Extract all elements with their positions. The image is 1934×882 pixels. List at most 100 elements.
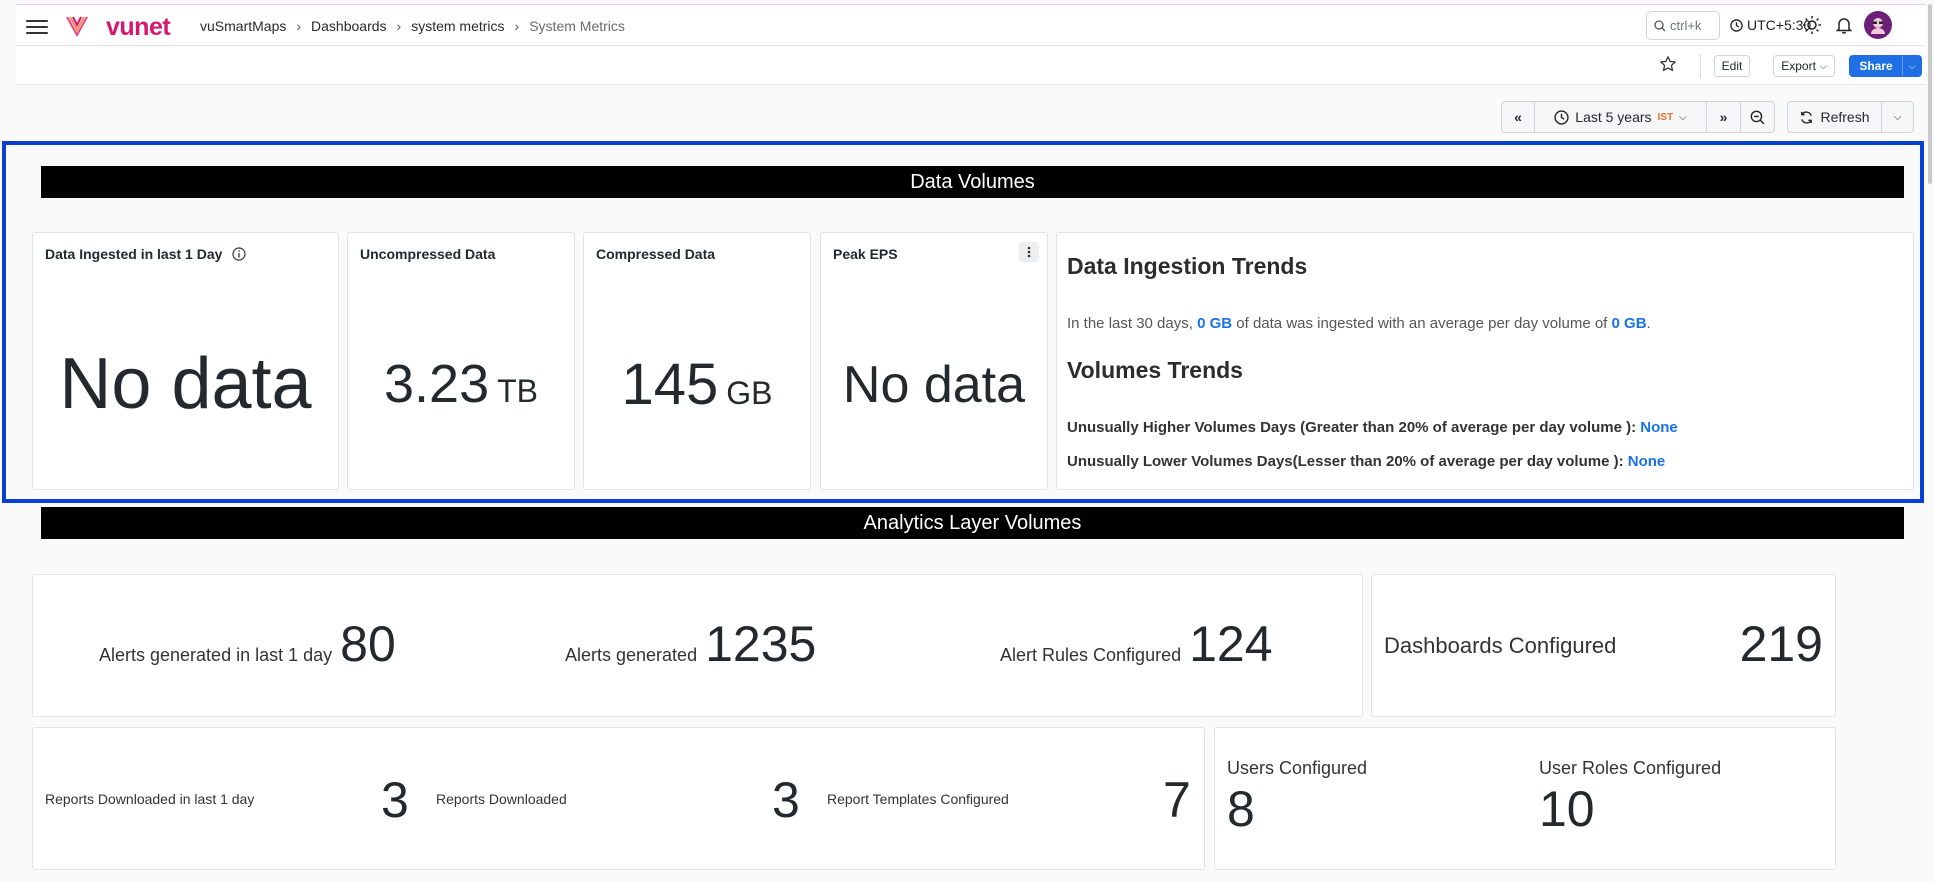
brand-name[interactable]: vunet xyxy=(106,13,171,42)
refresh-label: Refresh xyxy=(1820,109,1870,125)
ingestion-total-value: 0 GB xyxy=(1197,315,1233,332)
share-options-button[interactable]: ⌵ xyxy=(1902,55,1922,77)
panel-reports[interactable]: Reports Downloaded in last 1 day 3 Repor… xyxy=(32,727,1205,870)
panel-value: 3.23 xyxy=(384,354,490,414)
time-range-controls: « Last 5 years IST ⌵ » Refresh ⌵ xyxy=(1501,101,1914,133)
menu-icon[interactable] xyxy=(26,20,48,34)
dashboards-label: Dashboards Configured xyxy=(1384,633,1617,658)
search-shortcut-label: ctrl+k xyxy=(1670,18,1702,33)
analytics-layer-section-title: Analytics Layer Volumes xyxy=(41,507,1904,539)
chevron-down-icon: ⌵ xyxy=(1819,60,1827,71)
double-chevron-left-icon: « xyxy=(1514,109,1522,125)
search-button[interactable]: ctrl+k xyxy=(1646,11,1720,40)
refresh-button[interactable]: Refresh xyxy=(1787,101,1882,133)
panel-dashboards-configured[interactable]: Dashboards Configured 219 xyxy=(1371,574,1836,717)
alerts-generated-stat: Alerts generated 1235 xyxy=(565,615,816,673)
dashboard-toolbar: Edit Export ⌵ Share ⌵ xyxy=(16,47,1926,85)
panel-value: No data xyxy=(59,344,312,424)
theme-toggle-sun-icon[interactable] xyxy=(1802,15,1822,40)
export-label: Export xyxy=(1781,59,1816,73)
search-icon xyxy=(1654,19,1666,31)
breadcrumb-current: System Metrics xyxy=(529,18,625,34)
breadcrumb-item-system-metrics-folder[interactable]: system metrics xyxy=(411,18,504,34)
higher-volumes-value: None xyxy=(1640,419,1678,436)
panel-users[interactable]: Users Configured 8 User Roles Configured… xyxy=(1214,727,1836,870)
user-roles-label: User Roles Configured xyxy=(1539,758,1722,778)
panel-uncompressed-data[interactable]: Uncompressed Data 3.23 TB xyxy=(347,232,575,490)
panel-compressed-data[interactable]: Compressed Data 145 GB xyxy=(583,232,811,490)
clock-icon xyxy=(1730,18,1743,32)
panel-peak-eps[interactable]: Peak EPS No data xyxy=(820,232,1048,490)
zoom-out-icon xyxy=(1750,110,1765,124)
lower-volumes-label: Unusually Lower Volumes Days(Lesser than… xyxy=(1067,453,1624,470)
edit-button[interactable]: Edit xyxy=(1714,55,1750,77)
chevron-right-icon: › xyxy=(396,18,402,34)
export-button[interactable]: Export ⌵ xyxy=(1773,55,1835,77)
reports-downloaded-value: 3 xyxy=(772,772,800,828)
timezone-selector[interactable]: UTC+5:30 xyxy=(1730,17,1811,33)
reports-1day-value: 3 xyxy=(381,772,409,828)
higher-volumes-label: Unusually Higher Volumes Days (Greater t… xyxy=(1067,419,1637,436)
scrollbar-thumb[interactable] xyxy=(1928,4,1932,184)
breadcrumb-item-dashboards[interactable]: Dashboards xyxy=(311,18,387,34)
lower-volumes-line: Unusually Lower Volumes Days(Lesser than… xyxy=(1067,453,1665,470)
favorite-star-icon[interactable] xyxy=(1659,55,1677,78)
breadcrumb: vuSmartMaps › Dashboards › system metric… xyxy=(200,18,625,34)
shift-forward-button[interactable]: » xyxy=(1707,101,1741,133)
panel-value: 145 xyxy=(621,352,719,417)
panel-value-group: 145 GB xyxy=(584,351,810,418)
vunet-logo-icon[interactable] xyxy=(64,13,90,44)
alert-rules-label: Alert Rules Configured xyxy=(1000,645,1182,665)
chevron-right-icon: › xyxy=(514,18,520,34)
higher-volumes-line: Unusually Higher Volumes Days (Greater t… xyxy=(1067,419,1678,436)
shift-back-button[interactable]: « xyxy=(1501,101,1535,133)
chevron-down-icon: ⌵ xyxy=(1679,111,1687,123)
alerts-generated-label: Alerts generated xyxy=(565,645,698,665)
panel-unit: TB xyxy=(497,373,538,409)
data-volumes-section-title: Data Volumes xyxy=(41,166,1904,198)
alerts-1day-value: 80 xyxy=(340,616,396,672)
user-avatar[interactable] xyxy=(1864,11,1892,39)
panel-data-ingestion-trends[interactable]: Data Ingestion Trends In the last 30 day… xyxy=(1056,232,1914,490)
ingestion-prefix: In the last 30 days, xyxy=(1067,315,1193,332)
alert-rules-value: 124 xyxy=(1189,616,1273,672)
volumes-trends-heading: Volumes Trends xyxy=(1067,357,1243,383)
report-templates-value: 7 xyxy=(1163,772,1191,828)
clock-icon xyxy=(1554,109,1569,125)
ingestion-trends-heading: Data Ingestion Trends xyxy=(1067,253,1308,279)
users-label: Users Configured xyxy=(1227,758,1368,778)
ingestion-suffix: . xyxy=(1646,315,1651,332)
panel-alerts[interactable]: Alerts generated in last 1 day 80 Alerts… xyxy=(32,574,1363,717)
ingestion-average-value: 0 GB xyxy=(1611,315,1647,332)
panel-data-ingested[interactable]: Data Ingested in last 1 Day No data xyxy=(32,232,339,490)
breadcrumb-item-vusmartmaps[interactable]: vuSmartMaps xyxy=(200,18,286,34)
alerts-generated-value: 1235 xyxy=(705,616,817,672)
zoom-out-button[interactable] xyxy=(1741,101,1775,133)
alerts-1day-stat: Alerts generated in last 1 day 80 xyxy=(99,615,396,673)
reports-downloaded-label: Reports Downloaded xyxy=(436,791,567,807)
panel-title: Peak EPS xyxy=(833,246,898,262)
ingestion-middle: of data was ingested with an average per… xyxy=(1236,315,1608,332)
panel-menu-kebab-icon[interactable] xyxy=(1019,242,1039,262)
share-button[interactable]: Share xyxy=(1849,55,1903,77)
timezone-badge: IST xyxy=(1657,111,1674,123)
lower-volumes-value: None xyxy=(1627,453,1666,470)
chevron-down-icon: ⌵ xyxy=(1893,111,1902,123)
refresh-interval-button[interactable]: ⌵ xyxy=(1882,101,1914,133)
toolbar-divider xyxy=(1700,54,1701,78)
time-range-label: Last 5 years xyxy=(1575,109,1652,125)
panel-title-text: Data Ingested in last 1 Day xyxy=(45,246,223,262)
panel-unit: GB xyxy=(726,375,773,411)
info-icon[interactable] xyxy=(232,247,247,261)
alert-rules-stat: Alert Rules Configured 124 xyxy=(1000,615,1273,673)
refresh-icon xyxy=(1801,110,1813,124)
reports-1day-label: Reports Downloaded in last 1 day xyxy=(45,791,255,807)
double-chevron-right-icon: » xyxy=(1719,109,1728,125)
time-range-picker[interactable]: Last 5 years IST ⌵ xyxy=(1535,101,1707,133)
ingestion-summary: In the last 30 days, 0 GB of data was in… xyxy=(1067,315,1651,332)
panel-title: Data Ingested in last 1 Day xyxy=(45,246,247,262)
chevron-right-icon: › xyxy=(296,18,302,34)
user-roles-value: 10 xyxy=(1539,781,1595,837)
notifications-bell-icon[interactable] xyxy=(1834,15,1854,40)
panel-title: Uncompressed Data xyxy=(360,246,496,262)
